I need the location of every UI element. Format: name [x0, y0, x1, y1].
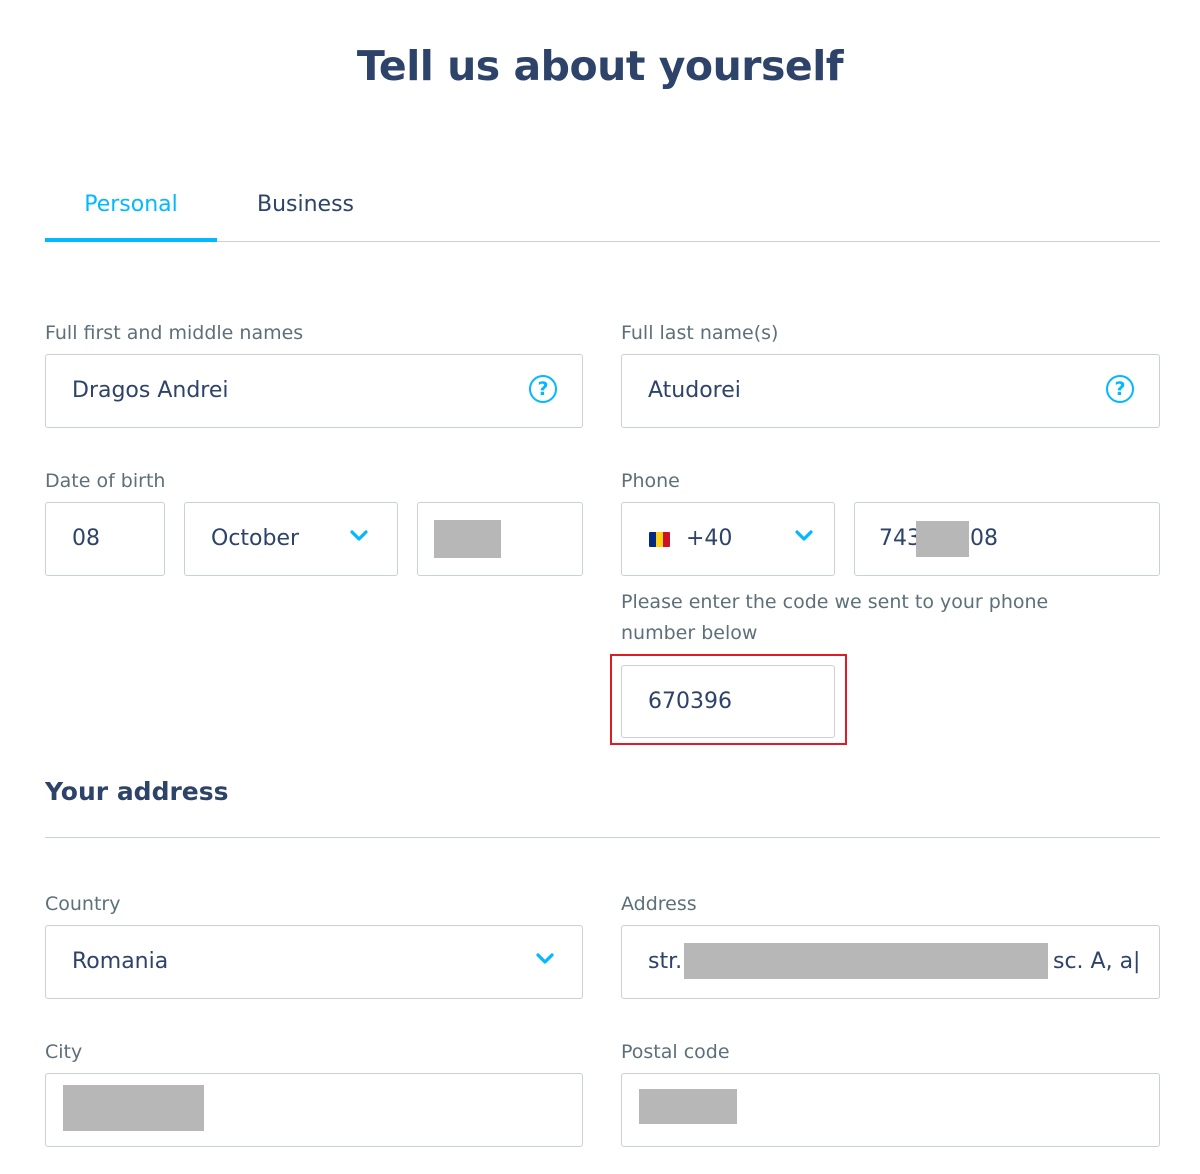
last-names-input[interactable]: Atudorei ?: [621, 354, 1160, 428]
postal-code-label: Postal code: [621, 1041, 730, 1063]
address-section-title: Your address: [45, 777, 229, 806]
last-names-label: Full last name(s): [621, 322, 779, 344]
redacted-address: [684, 943, 1048, 979]
chevron-down-icon: [795, 530, 813, 541]
address-label: Address: [621, 893, 697, 915]
first-names-value: Dragos Andrei: [72, 378, 229, 403]
tab-personal[interactable]: Personal: [45, 192, 217, 217]
phone-number-prefix: 743: [879, 526, 921, 551]
highlight-box: [610, 654, 847, 745]
phone-country-code-select[interactable]: +40: [621, 502, 835, 576]
city-label: City: [45, 1041, 83, 1063]
last-names-value: Atudorei: [648, 378, 741, 403]
country-label: Country: [45, 893, 121, 915]
redacted-phone-digits: [916, 521, 969, 557]
dob-month-value: October: [211, 526, 300, 551]
country-select[interactable]: Romania: [45, 925, 583, 999]
address-suffix: sc. A, a|: [1053, 949, 1141, 974]
phone-number-input[interactable]: 743 08: [854, 502, 1160, 576]
city-input[interactable]: [45, 1073, 583, 1147]
page-title: Tell us about yourself: [356, 42, 844, 90]
tab-business[interactable]: Business: [257, 192, 354, 217]
chevron-down-icon: [350, 530, 368, 541]
dial-code-value: +40: [686, 526, 733, 551]
address-section-divider: [45, 837, 1160, 838]
help-circle-icon[interactable]: ?: [1106, 375, 1134, 403]
first-names-label: Full first and middle names: [45, 322, 304, 344]
country-value: Romania: [72, 949, 169, 974]
dob-day-input[interactable]: 08: [45, 502, 165, 576]
redacted-postal-code: [639, 1089, 737, 1124]
verification-hint-line2: number below: [621, 622, 758, 644]
address-input[interactable]: str. sc. A, a|: [621, 925, 1160, 999]
dob-day-value: 08: [72, 526, 100, 551]
redacted-year: [434, 520, 501, 558]
dob-month-select[interactable]: October: [184, 502, 398, 576]
tab-active-indicator: [45, 238, 217, 242]
redacted-city: [63, 1085, 204, 1131]
address-prefix: str.: [648, 949, 683, 974]
dob-label: Date of birth: [45, 470, 166, 492]
help-circle-icon[interactable]: ?: [529, 375, 557, 403]
first-names-input[interactable]: Dragos Andrei ?: [45, 354, 583, 428]
verification-hint-line1: Please enter the code we sent to your ph…: [621, 591, 1049, 613]
chevron-down-icon: [536, 953, 554, 964]
phone-label: Phone: [621, 470, 680, 492]
romania-flag-icon: [649, 532, 670, 547]
postal-code-input[interactable]: [621, 1073, 1160, 1147]
dob-year-input[interactable]: [417, 502, 583, 576]
phone-number-suffix: 08: [970, 526, 998, 551]
